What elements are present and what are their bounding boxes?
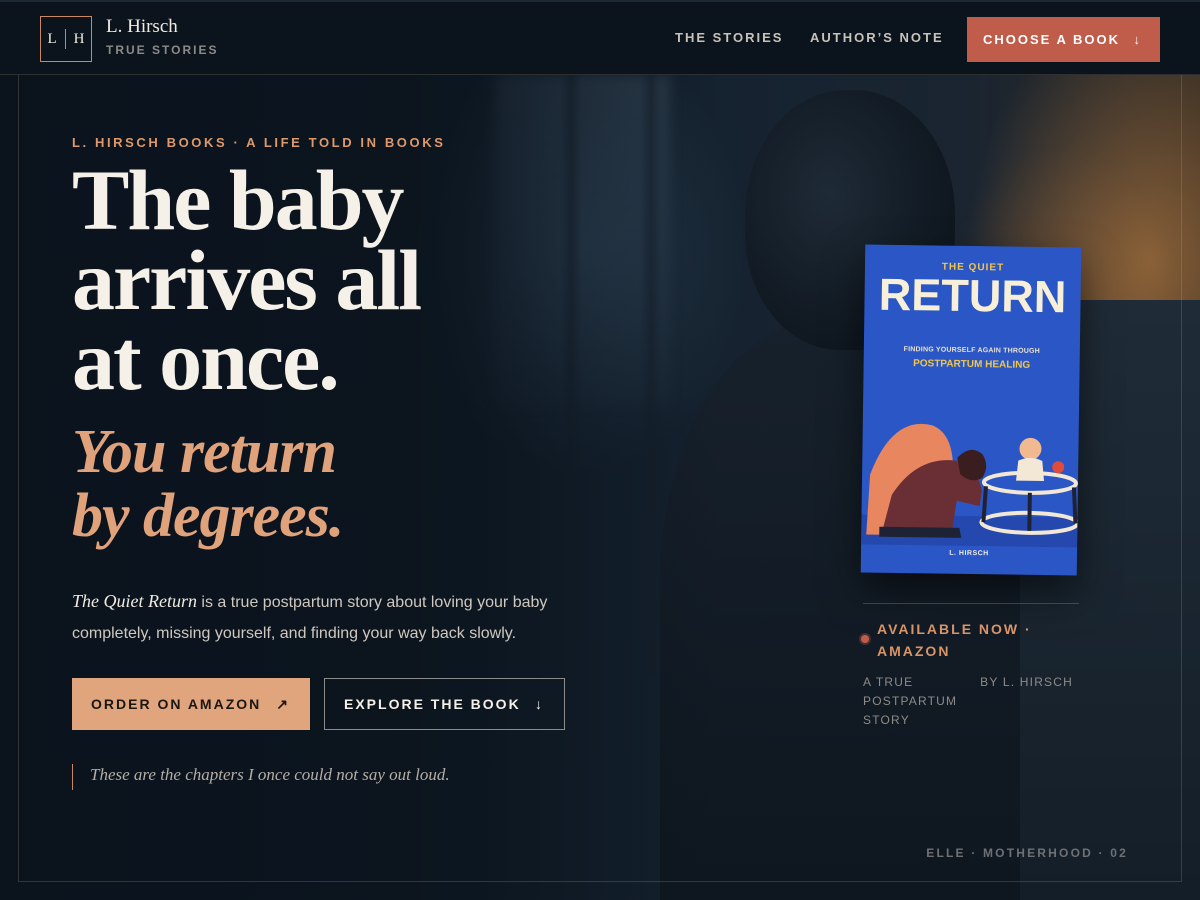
book-cover-author: L. HIRSCH [949,549,989,558]
logo-letter-right: H [73,30,85,47]
hero-accent-headline: You return by degrees. [72,420,592,548]
hero-intro: The Quiet Return is a true postpartum st… [72,586,592,649]
book-cover-subtitle-accent: POSTPARTUM HEALING [913,358,1031,371]
order-on-amazon-label: ORDER ON AMAZON [91,696,262,712]
logo-divider [64,29,66,49]
logo-monogram[interactable]: L H [40,16,92,62]
book-cover-subtitle: FINDING YOURSELF AGAIN THROUGH [903,346,1041,355]
availability-author: BY L. HIRSCH [980,675,1073,689]
availability-status[interactable]: AVAILABLE NOW · AMAZON [877,618,1067,662]
hero-headline: The baby arrives all at once. [72,152,592,408]
headline-line: at once. [72,312,340,408]
availability-divider [863,603,1079,604]
brand-name[interactable]: L. Hirsch [106,16,178,38]
book-cover-illustration [861,424,1080,548]
book-title-italic: The Quiet Return [72,591,197,611]
explore-the-book-label: EXPLORE THE BOOK [344,696,521,712]
series-tag: ELLE · MOTHERHOOD · 02 [926,846,1128,860]
headline-line: The baby [72,152,405,248]
hero-eyebrow: L. HIRSCH BOOKS · A LIFE TOLD IN BOOKS [72,135,446,150]
pull-quote: These are the chapters I once could not … [72,764,450,790]
choose-a-book-button[interactable]: CHOOSE A BOOK ↓ [967,17,1160,62]
explore-the-book-button[interactable]: EXPLORE THE BOOK ↓ [324,678,565,730]
status-dot-icon [861,635,869,643]
nav-link-authors-note[interactable]: AUTHOR’S NOTE [810,30,944,45]
brand-tagline: TRUE STORIES [106,43,219,57]
book-cover[interactable]: THE QUIET RETURN FINDING YOURSELF AGAIN … [860,244,1082,576]
accent-line: by degrees. [72,482,344,550]
site-header: L H L. Hirsch TRUE STORIES THE STORIES A… [0,0,1200,75]
arrow-up-right-icon: ↗ [276,695,290,712]
book-cover-title: RETURN [878,268,1067,323]
availability-genre: A TRUE POSTPARTUM STORY [863,675,958,727]
nav-link-the-stories[interactable]: THE STORIES [675,30,783,45]
arrow-down-icon: ↓ [535,696,544,712]
logo-letter-left: L [47,30,57,47]
arrow-down-icon: ↓ [1133,32,1142,47]
headline-line: arrives all [72,232,422,328]
choose-a-book-label: CHOOSE A BOOK [983,32,1120,47]
order-on-amazon-button[interactable]: ORDER ON AMAZON ↗ [72,678,310,730]
accent-line: You return [72,418,337,486]
